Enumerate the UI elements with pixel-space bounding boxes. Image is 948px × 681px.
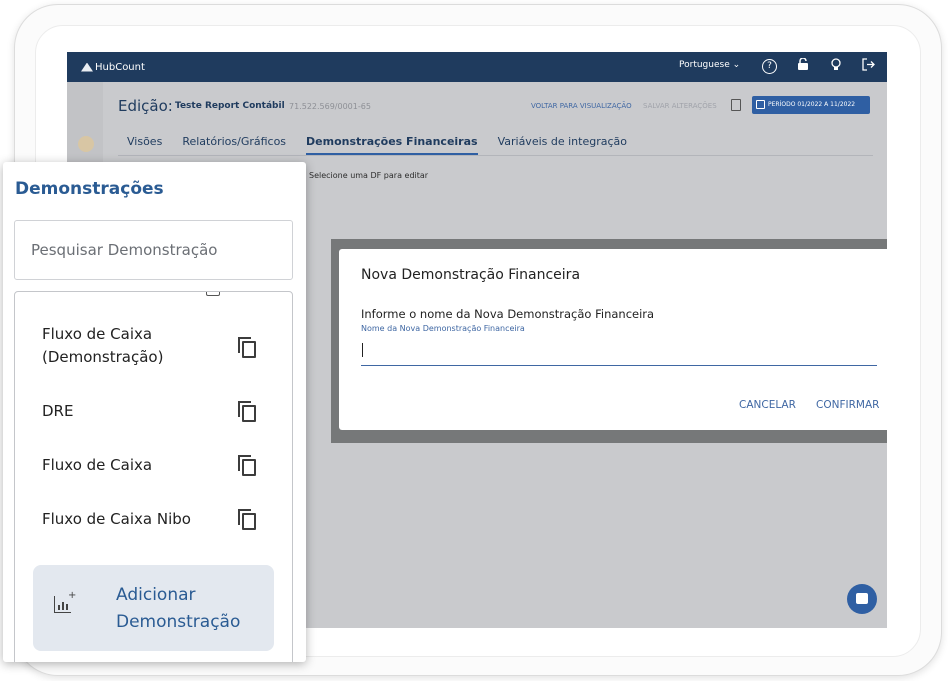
help-icon[interactable]: ? xyxy=(762,59,777,74)
lock-icon[interactable] xyxy=(794,57,812,76)
copy-icon[interactable] xyxy=(731,99,741,111)
list-item-label-line2: (Demonstração) xyxy=(42,348,164,366)
list-item[interactable]: Fluxo de Caixa xyxy=(42,454,152,477)
copy-icon[interactable] xyxy=(238,509,258,531)
select-df-hint: Selecione uma DF para editar xyxy=(309,171,429,180)
dialog-prompt: Informe o nome da Nova Demonstração Fina… xyxy=(361,307,655,321)
period-label: PERÍODO 01/2022 A 11/2022 xyxy=(768,101,856,108)
copy-icon[interactable] xyxy=(238,337,258,359)
cancel-button[interactable]: CANCELAR xyxy=(739,399,796,411)
chat-icon xyxy=(856,593,868,604)
tab-bar: Visões Relatórios/Gráficos Demonstrações… xyxy=(127,135,647,155)
top-bar: HubCount Portuguese ⌄ ? xyxy=(67,52,887,82)
chat-button[interactable] xyxy=(847,584,877,614)
tab-demonstracoes[interactable]: Demonstrações Financeiras xyxy=(306,135,478,155)
new-statement-dialog: Nova Demonstração Financeira Informe o n… xyxy=(339,249,887,430)
calendar-icon xyxy=(756,100,765,109)
copy-icon[interactable] xyxy=(238,401,258,423)
add-label-line1: Adicionar xyxy=(116,585,196,605)
company-name: Teste Report Contábil xyxy=(175,101,285,111)
list-item[interactable]: Fluxo de Caixa (Demonstração) xyxy=(42,323,163,369)
tab-visoes[interactable]: Visões xyxy=(127,135,162,155)
list-item[interactable]: Fluxo de Caixa Nibo xyxy=(42,508,191,531)
avatar[interactable] xyxy=(78,136,94,152)
search-input[interactable]: Pesquisar Demonstração xyxy=(14,220,293,280)
language-label: Portuguese xyxy=(679,60,730,70)
list-item[interactable]: DRE xyxy=(42,400,73,423)
dialog-title: Nova Demonstração Financeira xyxy=(361,267,581,283)
copy-icon[interactable] xyxy=(206,292,220,296)
company-cnpj: 71.522.569/0001-65 xyxy=(289,102,371,111)
logo-text: HubCount xyxy=(95,61,145,73)
back-to-view-button[interactable]: VOLTAR PARA VISUALIZAÇÃO xyxy=(531,102,632,110)
logo-mark-icon xyxy=(81,62,93,72)
statements-panel: Demonstrações Pesquisar Demonstração Flu… xyxy=(3,162,306,662)
confirm-button[interactable]: CONFIRMAR xyxy=(816,399,879,411)
language-selector[interactable]: Portuguese ⌄ xyxy=(679,60,740,70)
add-statement-label: Adicionar Demonstração xyxy=(116,582,240,636)
lightbulb-icon[interactable] xyxy=(827,58,845,76)
add-label-line2: Demonstração xyxy=(116,612,241,632)
name-field-label: Nome da Nova Demonstração Financeira xyxy=(361,324,525,333)
hubcount-logo[interactable]: HubCount xyxy=(81,58,145,76)
tab-divider xyxy=(118,155,873,156)
statement-name-input[interactable] xyxy=(361,339,877,366)
search-placeholder: Pesquisar Demonstração xyxy=(31,241,218,259)
chevron-down-icon: ⌄ xyxy=(732,60,741,70)
logout-icon[interactable] xyxy=(859,58,877,76)
tab-variaveis[interactable]: Variáveis de integração xyxy=(498,135,627,155)
tab-relatorios[interactable]: Relatórios/Gráficos xyxy=(182,135,286,155)
add-statement-button[interactable]: + Adicionar Demonstração xyxy=(33,565,274,651)
period-button[interactable]: PERÍODO 01/2022 A 11/2022 xyxy=(752,96,870,114)
copy-icon[interactable] xyxy=(238,455,258,477)
save-changes-button[interactable]: SALVAR ALTERAÇÕES xyxy=(643,102,717,110)
list-item-label: Fluxo de Caixa xyxy=(42,325,153,343)
panel-title: Demonstrações xyxy=(15,179,164,199)
add-chart-icon: + xyxy=(54,590,76,613)
text-caret xyxy=(362,343,363,357)
edit-label: Edição: xyxy=(118,97,173,115)
